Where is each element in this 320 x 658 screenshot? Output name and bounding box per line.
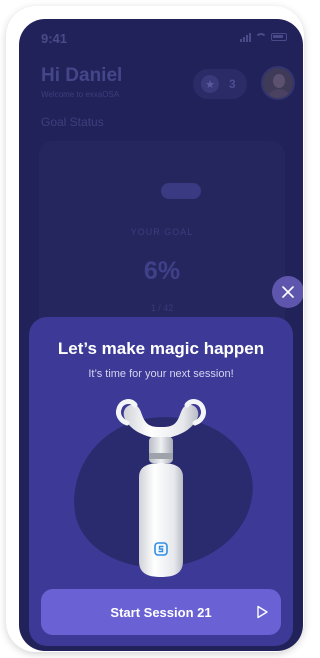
app-screen: 9:41 Hi Daniel Welcome to exxaOSA ★ 3 Go…	[19, 19, 303, 651]
goal-fraction: 1 / 42	[150, 303, 174, 313]
start-session-button[interactable]: Start Session 21	[41, 589, 281, 635]
stars-count: 3	[229, 77, 236, 91]
goal-percent: 6%	[143, 257, 181, 285]
welcome-text: Welcome to exxaOSA	[41, 90, 120, 99]
modal-subtitle: It’s time for your next session!	[88, 368, 234, 380]
modal-title: Let’s make magic happen	[57, 339, 265, 358]
stars-badge[interactable]: ★ 3	[193, 69, 247, 99]
session-modal: Let’s make magic happen It’s time for yo…	[29, 317, 293, 646]
star-icon: ★	[201, 75, 219, 93]
phone-frame: 9:41 Hi Daniel Welcome to exxaOSA ★ 3 Go…	[6, 6, 304, 652]
signal-icon	[240, 32, 251, 42]
wifi-icon	[255, 32, 267, 42]
greeting-title: Hi Daniel	[41, 65, 123, 86]
start-session-label: Start Session 21	[110, 604, 212, 620]
status-bar: 9:41	[19, 19, 303, 55]
device-illustration	[116, 399, 206, 577]
battery-icon	[271, 33, 287, 41]
goal-status-heading: Goal Status	[41, 115, 104, 129]
avatar[interactable]	[261, 66, 295, 100]
goal-progress-bar	[161, 183, 201, 199]
status-icons	[240, 32, 287, 42]
your-goal-label: YOUR GOAL	[130, 227, 194, 237]
status-time: 9:41	[41, 31, 68, 46]
close-button[interactable]	[272, 276, 303, 308]
close-icon	[282, 286, 294, 298]
play-icon	[257, 605, 268, 619]
